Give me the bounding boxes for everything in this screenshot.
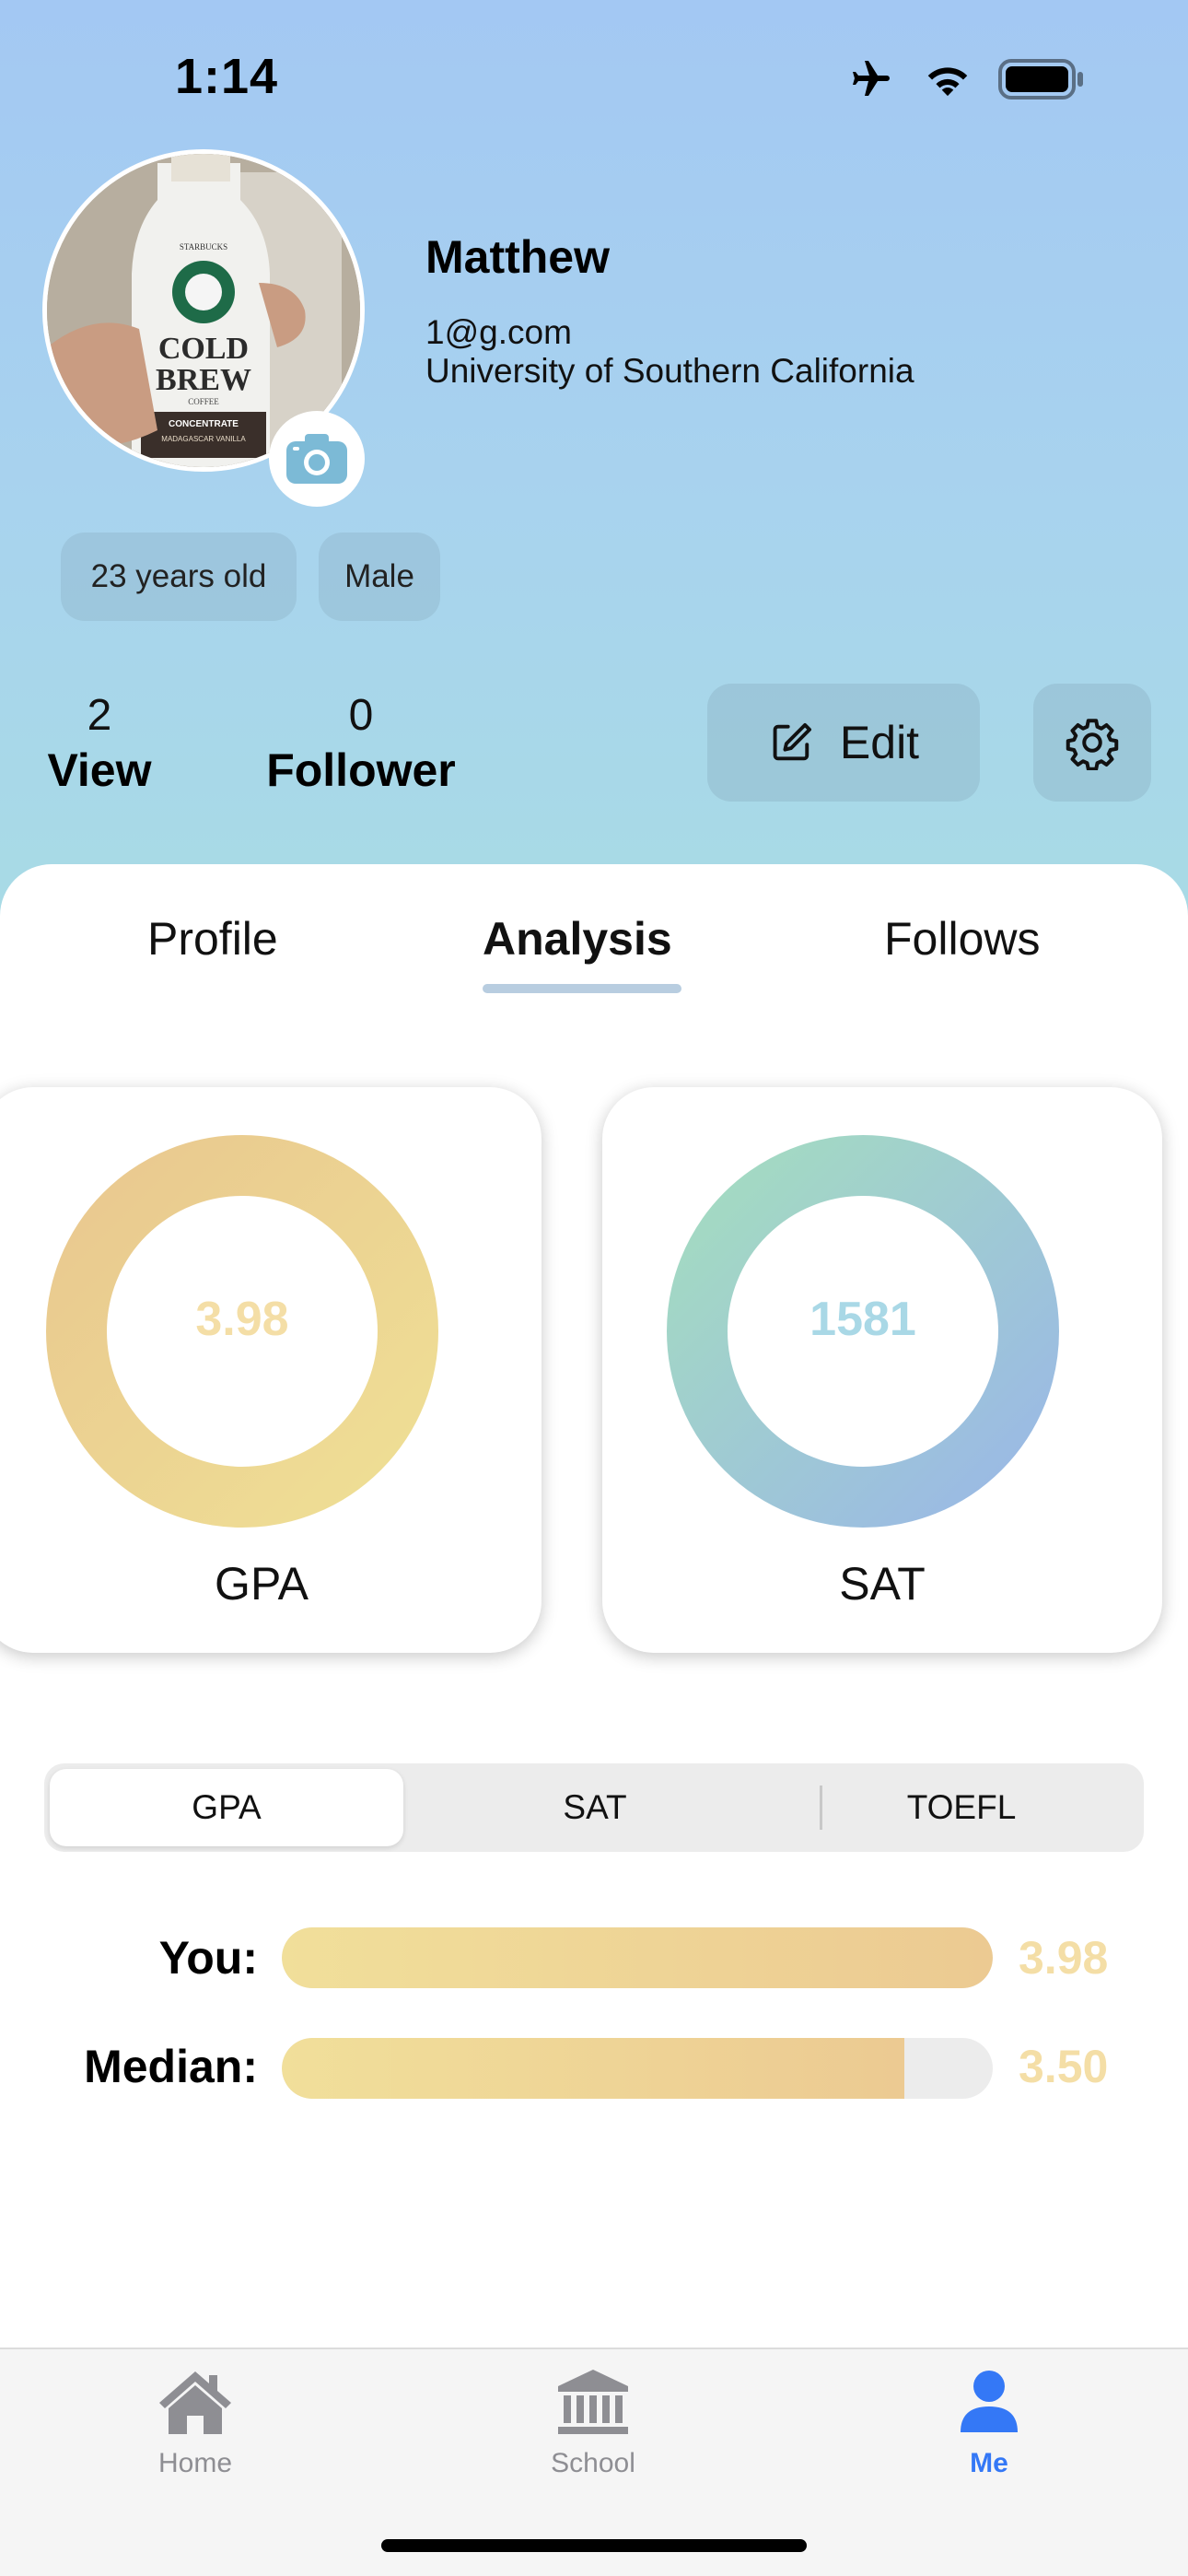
you-bar-fill	[282, 1927, 993, 1988]
followers-label: Follower	[266, 744, 456, 796]
you-value: 3.98	[1019, 1932, 1109, 1984]
bottle-line1: COLD	[158, 332, 249, 366]
edit-label: Edit	[839, 717, 920, 768]
gpa-value: 3.98	[195, 1293, 289, 1346]
tabbar-me-label: Me	[970, 2448, 1008, 2478]
edit-icon	[773, 722, 811, 761]
person-icon	[961, 2371, 1018, 2432]
segment-toefl[interactable]: TOEFL	[785, 1769, 1138, 1846]
avatar-container: STARBUCKS COLD BREW COFFEE CONCENTRATE M…	[42, 149, 365, 507]
wifi-icon	[921, 59, 974, 104]
tab-analysis[interactable]: Analysis	[483, 912, 672, 966]
age-chip: 23 years old	[61, 533, 297, 621]
followers-stat[interactable]: 0 Follower	[260, 689, 462, 798]
median-bar	[282, 2038, 993, 2099]
sat-value: 1581	[809, 1293, 916, 1346]
edit-profile-button[interactable]: Edit	[707, 684, 980, 802]
segment-gpa[interactable]: GPA	[50, 1769, 403, 1846]
institution-icon	[558, 2370, 628, 2434]
you-label: You:	[158, 1932, 258, 1984]
bottle-line5: MADAGASCAR VANILLA	[161, 435, 246, 443]
segment-sat[interactable]: SAT	[418, 1769, 772, 1846]
median-bar-fill	[282, 2038, 904, 2099]
home-indicator	[381, 2539, 807, 2552]
status-icons	[845, 55, 1087, 107]
airplane-icon	[845, 57, 897, 106]
user-email: 1@g.com	[425, 313, 572, 351]
house-icon	[159, 2371, 231, 2434]
tabbar-school-label: School	[551, 2448, 635, 2478]
median-label: Median:	[84, 2041, 258, 2092]
battery-icon	[998, 58, 1087, 104]
gpa-card[interactable]: 3.98 GPA	[0, 1087, 542, 1653]
tabbar-me[interactable]: Me	[897, 2368, 1081, 2479]
views-stat: 2 View	[28, 689, 171, 798]
views-label: View	[47, 744, 152, 796]
camera-icon	[286, 434, 347, 484]
gear-icon	[1066, 719, 1119, 770]
tab-active-indicator	[483, 984, 681, 993]
gpa-label: GPA	[215, 1558, 309, 1610]
median-value: 3.50	[1019, 2041, 1109, 2092]
followers-count: 0	[348, 691, 374, 740]
views-count: 2	[87, 691, 112, 740]
settings-button[interactable]	[1033, 684, 1151, 802]
user-school: University of Southern California	[425, 352, 914, 390]
tab-follows[interactable]: Follows	[884, 912, 1040, 966]
status-time: 1:14	[175, 49, 279, 104]
bottle-line3: COFFEE	[188, 397, 219, 406]
tabbar-school[interactable]: School	[501, 2368, 685, 2479]
gender-chip: Male	[319, 533, 440, 621]
tabbar-home-label: Home	[157, 2448, 233, 2478]
tabbar-home[interactable]: Home	[103, 2368, 287, 2479]
sat-label: SAT	[839, 1558, 926, 1610]
change-photo-button[interactable]	[269, 411, 365, 507]
you-bar	[282, 1927, 993, 1988]
bottle-line2: BREW	[156, 363, 251, 397]
tab-profile[interactable]: Profile	[147, 912, 278, 966]
sat-card[interactable]: 1581 SAT	[602, 1087, 1162, 1653]
user-name: Matthew	[425, 231, 610, 283]
bottle-line4: CONCENTRATE	[169, 419, 239, 429]
bottle-brand: STARBUCKS	[180, 242, 227, 252]
metric-segmented-control: GPA SAT TOEFL	[44, 1763, 1144, 1852]
